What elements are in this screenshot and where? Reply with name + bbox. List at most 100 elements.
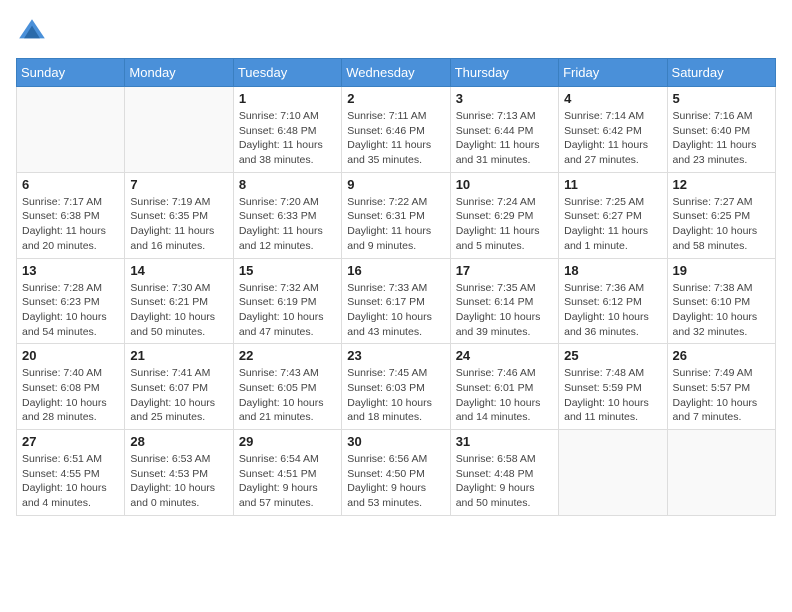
- day-number: 1: [239, 91, 336, 106]
- day-number: 3: [456, 91, 553, 106]
- calendar-cell: 22Sunrise: 7:43 AM Sunset: 6:05 PM Dayli…: [233, 344, 341, 430]
- day-info: Sunrise: 7:38 AM Sunset: 6:10 PM Dayligh…: [673, 281, 770, 340]
- day-number: 14: [130, 263, 227, 278]
- day-info: Sunrise: 7:33 AM Sunset: 6:17 PM Dayligh…: [347, 281, 444, 340]
- calendar-cell: 11 Sunrise: 7:25 AM Sunset: 6:27 PM Dayli…: [559, 172, 667, 258]
- day-info: Sunrise: 6:54 AM Sunset: 4:51 PM Dayligh…: [239, 452, 336, 511]
- calendar-cell: 15Sunrise: 7:32 AM Sunset: 6:19 PM Dayli…: [233, 258, 341, 344]
- day-info: Sunrise: 7:16 AM Sunset: 6:40 PM Dayligh…: [673, 109, 770, 168]
- day-number: 2: [347, 91, 444, 106]
- day-number: 19: [673, 263, 770, 278]
- day-info: Sunrise: 7:46 AM Sunset: 6:01 PM Dayligh…: [456, 366, 553, 425]
- day-info: Sunrise: 7:27 AM Sunset: 6:25 PM Dayligh…: [673, 195, 770, 254]
- weekday-header-friday: Friday: [559, 59, 667, 87]
- day-info: Sunrise: 7:19 AM Sunset: 6:35 PM Dayligh…: [130, 195, 227, 254]
- day-info: Sunrise: 7:11 AM Sunset: 6:46 PM Dayligh…: [347, 109, 444, 168]
- day-info: Sunrise: 7:10 AM Sunset: 6:48 PM Dayligh…: [239, 109, 336, 168]
- calendar-cell: 12Sunrise: 7:27 AM Sunset: 6:25 PM Dayli…: [667, 172, 775, 258]
- day-number: 11: [564, 177, 661, 192]
- calendar-cell: 16 Sunrise: 7:33 AM Sunset: 6:17 PM Dayli…: [342, 258, 450, 344]
- day-number: 23: [347, 348, 444, 363]
- day-number: 9: [347, 177, 444, 192]
- day-number: 29: [239, 434, 336, 449]
- day-info: Sunrise: 7:14 AM Sunset: 6:42 PM Dayligh…: [564, 109, 661, 168]
- day-number: 21: [130, 348, 227, 363]
- calendar-cell: 24Sunrise: 7:46 AM Sunset: 6:01 PM Dayli…: [450, 344, 558, 430]
- day-info: Sunrise: 7:43 AM Sunset: 6:05 PM Dayligh…: [239, 366, 336, 425]
- calendar-cell: 9 Sunrise: 7:22 AM Sunset: 6:31 PM Daylig…: [342, 172, 450, 258]
- calendar-cell: 14 Sunrise: 7:30 AM Sunset: 6:21 PM Dayli…: [125, 258, 233, 344]
- calendar-cell: 28Sunrise: 6:53 AM Sunset: 4:53 PM Dayli…: [125, 430, 233, 516]
- day-info: Sunrise: 7:28 AM Sunset: 6:23 PM Dayligh…: [22, 281, 119, 340]
- day-number: 5: [673, 91, 770, 106]
- calendar-cell: 8 Sunrise: 7:20 AM Sunset: 6:33 PM Daylig…: [233, 172, 341, 258]
- weekday-header-thursday: Thursday: [450, 59, 558, 87]
- day-number: 30: [347, 434, 444, 449]
- day-number: 25: [564, 348, 661, 363]
- calendar-cell: [559, 430, 667, 516]
- day-info: Sunrise: 6:51 AM Sunset: 4:55 PM Dayligh…: [22, 452, 119, 511]
- day-info: Sunrise: 6:56 AM Sunset: 4:50 PM Dayligh…: [347, 452, 444, 511]
- calendar-week-row: 6 Sunrise: 7:17 AM Sunset: 6:38 PM Daylig…: [17, 172, 776, 258]
- weekday-header-monday: Monday: [125, 59, 233, 87]
- day-info: Sunrise: 7:35 AM Sunset: 6:14 PM Dayligh…: [456, 281, 553, 340]
- day-info: Sunrise: 7:30 AM Sunset: 6:21 PM Dayligh…: [130, 281, 227, 340]
- weekday-header-saturday: Saturday: [667, 59, 775, 87]
- day-info: Sunrise: 7:48 AM Sunset: 5:59 PM Dayligh…: [564, 366, 661, 425]
- weekday-header-tuesday: Tuesday: [233, 59, 341, 87]
- day-info: Sunrise: 7:24 AM Sunset: 6:29 PM Dayligh…: [456, 195, 553, 254]
- weekday-header-sunday: Sunday: [17, 59, 125, 87]
- calendar-cell: 1 Sunrise: 7:10 AM Sunset: 6:48 PM Daylig…: [233, 87, 341, 173]
- day-number: 16: [347, 263, 444, 278]
- calendar-cell: 2 Sunrise: 7:11 AM Sunset: 6:46 PM Daylig…: [342, 87, 450, 173]
- calendar-cell: 10 Sunrise: 7:24 AM Sunset: 6:29 PM Dayli…: [450, 172, 558, 258]
- day-number: 6: [22, 177, 119, 192]
- calendar-cell: 31 Sunrise: 6:58 AM Sunset: 4:48 PM Dayli…: [450, 430, 558, 516]
- calendar-cell: [17, 87, 125, 173]
- day-number: 20: [22, 348, 119, 363]
- logo-icon: [16, 16, 48, 48]
- calendar-week-row: 27Sunrise: 6:51 AM Sunset: 4:55 PM Dayli…: [17, 430, 776, 516]
- day-number: 4: [564, 91, 661, 106]
- day-number: 15: [239, 263, 336, 278]
- weekday-header-wednesday: Wednesday: [342, 59, 450, 87]
- day-info: Sunrise: 7:17 AM Sunset: 6:38 PM Dayligh…: [22, 195, 119, 254]
- calendar-cell: 21Sunrise: 7:41 AM Sunset: 6:07 PM Dayli…: [125, 344, 233, 430]
- weekday-header-row: SundayMondayTuesdayWednesdayThursdayFrid…: [17, 59, 776, 87]
- day-info: Sunrise: 7:45 AM Sunset: 6:03 PM Dayligh…: [347, 366, 444, 425]
- calendar-cell: 3 Sunrise: 7:13 AM Sunset: 6:44 PM Daylig…: [450, 87, 558, 173]
- day-info: Sunrise: 7:36 AM Sunset: 6:12 PM Dayligh…: [564, 281, 661, 340]
- day-info: Sunrise: 7:13 AM Sunset: 6:44 PM Dayligh…: [456, 109, 553, 168]
- calendar-cell: 26 Sunrise: 7:49 AM Sunset: 5:57 PM Dayli…: [667, 344, 775, 430]
- day-number: 7: [130, 177, 227, 192]
- day-info: Sunrise: 7:40 AM Sunset: 6:08 PM Dayligh…: [22, 366, 119, 425]
- day-info: Sunrise: 7:20 AM Sunset: 6:33 PM Dayligh…: [239, 195, 336, 254]
- day-number: 8: [239, 177, 336, 192]
- calendar-table: SundayMondayTuesdayWednesdayThursdayFrid…: [16, 58, 776, 516]
- day-info: Sunrise: 6:58 AM Sunset: 4:48 PM Dayligh…: [456, 452, 553, 511]
- calendar-week-row: 20 Sunrise: 7:40 AM Sunset: 6:08 PM Dayli…: [17, 344, 776, 430]
- calendar-cell: 23 Sunrise: 7:45 AM Sunset: 6:03 PM Dayli…: [342, 344, 450, 430]
- calendar-cell: 5 Sunrise: 7:16 AM Sunset: 6:40 PM Daylig…: [667, 87, 775, 173]
- day-number: 26: [673, 348, 770, 363]
- day-number: 31: [456, 434, 553, 449]
- day-info: Sunrise: 7:49 AM Sunset: 5:57 PM Dayligh…: [673, 366, 770, 425]
- calendar-week-row: 1 Sunrise: 7:10 AM Sunset: 6:48 PM Daylig…: [17, 87, 776, 173]
- calendar-cell: 4 Sunrise: 7:14 AM Sunset: 6:42 PM Daylig…: [559, 87, 667, 173]
- calendar-cell: 13 Sunrise: 7:28 AM Sunset: 6:23 PM Dayli…: [17, 258, 125, 344]
- calendar-cell: 7 Sunrise: 7:19 AM Sunset: 6:35 PM Daylig…: [125, 172, 233, 258]
- page-header: [16, 16, 776, 48]
- calendar-cell: 19 Sunrise: 7:38 AM Sunset: 6:10 PM Dayli…: [667, 258, 775, 344]
- calendar-week-row: 13 Sunrise: 7:28 AM Sunset: 6:23 PM Dayli…: [17, 258, 776, 344]
- day-info: Sunrise: 6:53 AM Sunset: 4:53 PM Dayligh…: [130, 452, 227, 511]
- day-info: Sunrise: 7:25 AM Sunset: 6:27 PM Dayligh…: [564, 195, 661, 254]
- day-number: 10: [456, 177, 553, 192]
- calendar-cell: 25 Sunrise: 7:48 AM Sunset: 5:59 PM Dayli…: [559, 344, 667, 430]
- day-number: 13: [22, 263, 119, 278]
- calendar-cell: 20 Sunrise: 7:40 AM Sunset: 6:08 PM Dayli…: [17, 344, 125, 430]
- calendar-cell: 18 Sunrise: 7:36 AM Sunset: 6:12 PM Dayli…: [559, 258, 667, 344]
- calendar-cell: 17Sunrise: 7:35 AM Sunset: 6:14 PM Dayli…: [450, 258, 558, 344]
- day-info: Sunrise: 7:22 AM Sunset: 6:31 PM Dayligh…: [347, 195, 444, 254]
- day-number: 18: [564, 263, 661, 278]
- calendar-cell: 27Sunrise: 6:51 AM Sunset: 4:55 PM Dayli…: [17, 430, 125, 516]
